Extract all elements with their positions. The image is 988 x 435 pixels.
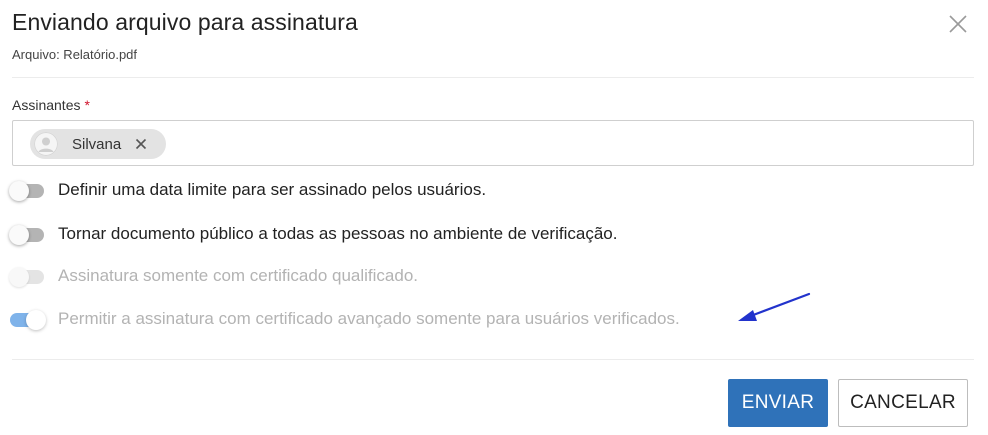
remove-signer-button[interactable] <box>134 137 148 151</box>
option-advanced-certificate: Permitir a assinatura com certificado av… <box>0 305 988 335</box>
signer-chip-label: Silvana <box>72 135 122 153</box>
signer-chip: Silvana <box>30 129 166 159</box>
option-qualified-certificate: Assinatura somente com certificado quali… <box>0 262 988 292</box>
qualified-certificate-toggle[interactable] <box>9 267 44 287</box>
qualified-certificate-label: Assinatura somente com certificado quali… <box>58 266 419 285</box>
toggle-thumb <box>9 181 29 201</box>
public-document-label: Tornar documento público a todas as pess… <box>58 224 618 243</box>
send-button[interactable]: ENVIAR <box>728 379 828 427</box>
cancel-button[interactable]: CANCELAR <box>838 379 968 427</box>
close-icon <box>136 138 147 150</box>
footer-divider <box>12 359 974 360</box>
toggle-thumb <box>9 267 29 287</box>
option-public-document: Tornar documento público a todas as pess… <box>0 220 988 250</box>
deadline-label: Definir uma data limite para ser assinad… <box>58 180 487 199</box>
signers-input[interactable]: Silvana <box>12 120 974 166</box>
user-avatar-icon <box>34 132 58 156</box>
close-button[interactable] <box>946 12 970 36</box>
toggle-thumb <box>9 225 29 245</box>
signers-label: Assinantes * <box>12 97 90 113</box>
required-mark: * <box>84 97 90 113</box>
public-document-toggle[interactable] <box>9 225 44 245</box>
signers-label-text: Assinantes <box>12 97 81 113</box>
file-name: Arquivo: Relatório.pdf <box>12 47 138 62</box>
advanced-certificate-label: Permitir a assinatura com certificado av… <box>58 309 680 328</box>
arrow-icon <box>738 292 811 321</box>
dialog-title: Enviando arquivo para assinatura <box>12 9 358 35</box>
close-icon <box>949 15 967 33</box>
deadline-toggle[interactable] <box>9 181 44 201</box>
toggle-thumb <box>26 310 46 330</box>
header-divider <box>12 77 974 78</box>
option-deadline: Definir uma data limite para ser assinad… <box>0 176 988 206</box>
advanced-certificate-toggle[interactable] <box>10 310 46 330</box>
